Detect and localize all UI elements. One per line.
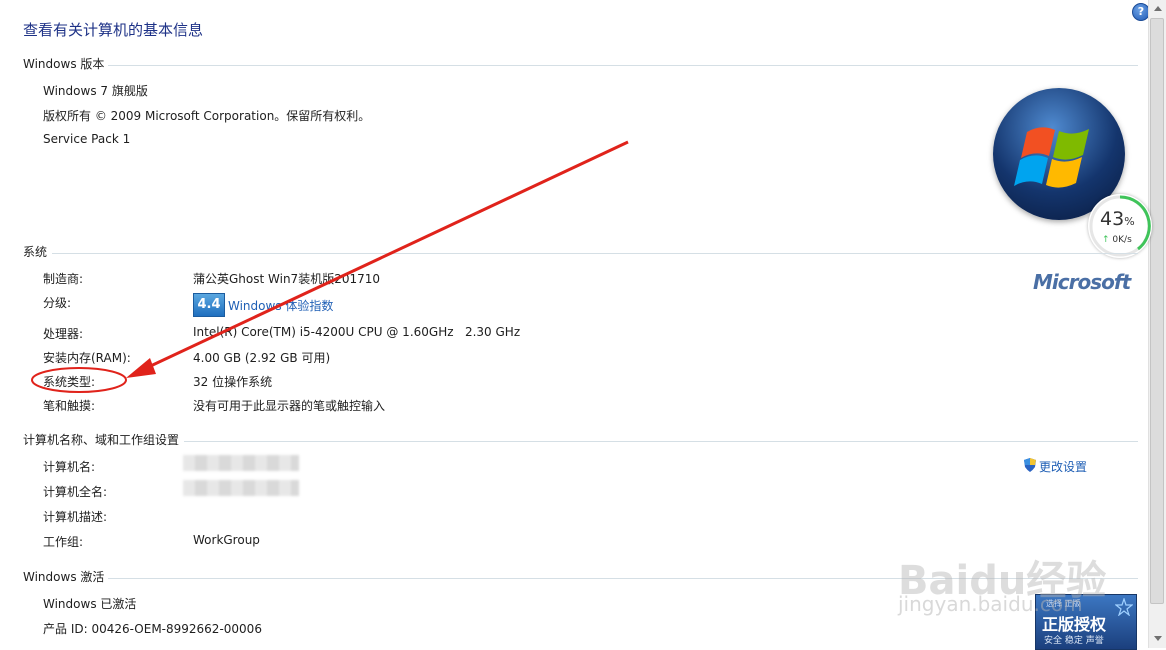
annotation-overlay — [31, 140, 629, 393]
annotation-ellipse — [31, 367, 127, 393]
annotation-arrowhead-icon — [126, 358, 156, 378]
annotation-arrow-line — [141, 140, 629, 372]
